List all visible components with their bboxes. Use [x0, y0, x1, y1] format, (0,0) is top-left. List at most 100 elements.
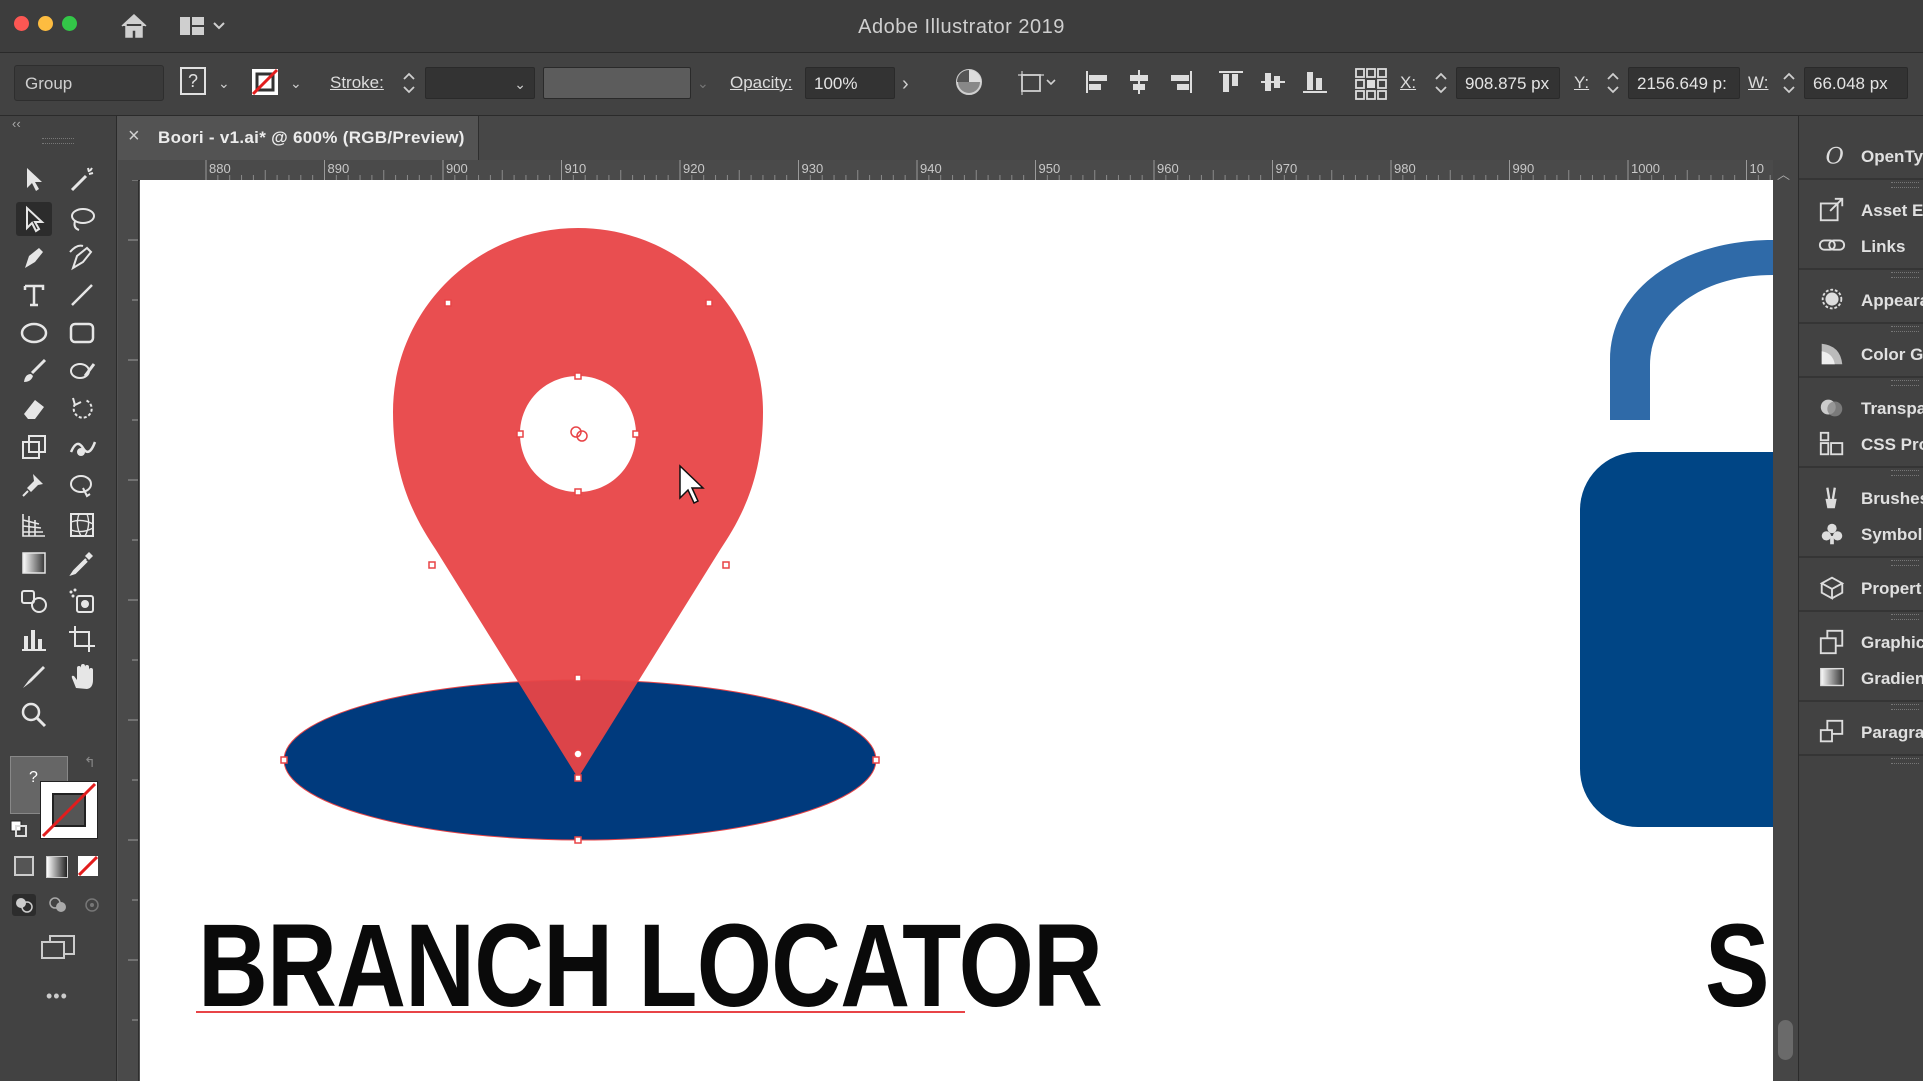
x-label[interactable]: X:	[1400, 73, 1416, 93]
column-graph-tool[interactable]	[16, 622, 52, 656]
dock-group-grip[interactable]	[1891, 704, 1919, 710]
stroke-label[interactable]: Stroke:	[330, 73, 384, 93]
blend-tool[interactable]	[16, 584, 52, 618]
gradient-tool[interactable]	[16, 546, 52, 580]
width-label[interactable]: W:	[1748, 73, 1768, 93]
slice-tool[interactable]	[16, 660, 52, 694]
y-position-input[interactable]: 2156.649 p:	[1628, 67, 1740, 99]
draw-behind-button[interactable]	[46, 894, 70, 916]
dock-group-grip[interactable]	[1891, 326, 1919, 332]
symbol-sprayer-tool[interactable]	[64, 584, 100, 618]
pen-tool[interactable]	[16, 240, 52, 274]
edit-toolbar-more-button[interactable]: •••	[46, 986, 68, 1007]
mesh-tool[interactable]	[64, 508, 100, 542]
dock-panel-asset-export[interactable]: Asset E	[1799, 190, 1923, 230]
selection-tool[interactable]	[16, 162, 52, 196]
x-position-input[interactable]: 908.875 px	[1456, 67, 1560, 99]
free-transform-tool[interactable]	[64, 468, 100, 502]
close-tab-icon[interactable]: ×	[128, 125, 140, 148]
align-right-button[interactable]	[1166, 67, 1196, 101]
shaper-tool[interactable]	[64, 354, 100, 388]
horizontal-ruler[interactable]: 880 890 900 910 920 930 940 950 960 970 980 990 1000…	[118, 160, 1773, 181]
dock-panel-opentype[interactable]: O OpenTy	[1799, 136, 1923, 176]
perspective-grid-tool[interactable]	[16, 508, 52, 542]
opacity-input[interactable]: 100%	[805, 67, 895, 99]
gradient-mode-button[interactable]	[46, 856, 68, 878]
direct-selection-tool[interactable]	[16, 202, 52, 236]
dock-group-grip[interactable]	[1891, 182, 1919, 188]
dock-panel-gradient[interactable]: Gradien	[1799, 658, 1923, 698]
secondary-heading-partial[interactable]: SI	[1705, 898, 1773, 1034]
scroll-up-chevron-icon[interactable]: ︿	[1777, 164, 1790, 183]
stroke-color-swatch[interactable]	[40, 781, 98, 839]
hand-tool[interactable]	[64, 660, 100, 694]
width-stepper[interactable]	[1778, 67, 1800, 99]
dock-panel-brushes[interactable]: Brushes	[1799, 478, 1923, 518]
padlock-body-shape[interactable]	[1580, 452, 1773, 827]
artboard-tool[interactable]	[64, 622, 100, 656]
dock-panel-paragraph[interactable]: Paragra	[1799, 712, 1923, 752]
variable-width-profile[interactable]	[543, 67, 691, 99]
rounded-rectangle-tool[interactable]	[64, 316, 100, 350]
opacity-label[interactable]: Opacity:	[730, 73, 792, 93]
toolbar-grip[interactable]	[42, 138, 74, 144]
dock-group-grip[interactable]	[1891, 560, 1919, 566]
canvas-vertical-scrollbar[interactable]: ︿	[1773, 160, 1798, 1081]
toolbar-collapse-button[interactable]: ‹‹	[12, 116, 21, 131]
puppet-warp-tool[interactable]	[16, 468, 52, 502]
opacity-expand-chevron-icon[interactable]: ›	[902, 73, 909, 107]
branch-locator-heading[interactable]: BRANCH LOCATOR	[198, 898, 1103, 1034]
width-input[interactable]: 66.048 px	[1804, 67, 1908, 99]
dock-group-grip[interactable]	[1891, 470, 1919, 476]
align-vertical-center-button[interactable]	[1258, 67, 1288, 101]
stroke-swatch[interactable]	[250, 67, 280, 101]
type-tool[interactable]	[16, 278, 52, 312]
change-screen-mode-button[interactable]	[40, 934, 76, 962]
dock-group-grip[interactable]	[1891, 758, 1919, 764]
scale-tool[interactable]	[16, 430, 52, 464]
dock-group-grip[interactable]	[1891, 272, 1919, 278]
align-bottom-button[interactable]	[1300, 67, 1330, 101]
scrollbar-thumb[interactable]	[1778, 1020, 1793, 1060]
dock-panel-css-properties[interactable]: CSS Pro	[1799, 424, 1923, 464]
profile-chevron-icon[interactable]: ⌄	[697, 75, 709, 109]
reference-point-button[interactable]	[1354, 67, 1388, 101]
zoom-tool[interactable]	[16, 698, 52, 732]
line-segment-tool[interactable]	[64, 278, 100, 312]
eyedropper-tool[interactable]	[64, 546, 100, 580]
stroke-dropdown-chevron-icon[interactable]: ⌄	[290, 75, 302, 109]
x-stepper[interactable]	[1430, 67, 1452, 99]
y-stepper[interactable]	[1602, 67, 1624, 99]
lasso-tool[interactable]	[64, 202, 100, 236]
none-mode-button[interactable]	[77, 855, 99, 877]
dock-panel-appearance[interactable]: Appeara	[1799, 280, 1923, 320]
fill-swatch[interactable]: ?	[180, 67, 210, 101]
dock-panel-symbols[interactable]: Symbol	[1799, 514, 1923, 554]
warp-tool[interactable]	[64, 430, 100, 464]
eraser-tool[interactable]	[16, 392, 52, 426]
align-top-button[interactable]	[1216, 67, 1246, 101]
draw-normal-button[interactable]	[12, 894, 36, 916]
ellipse-tool[interactable]	[16, 316, 52, 350]
padlock-shackle-shape[interactable]	[1610, 240, 1773, 420]
dock-panel-transparency[interactable]: Transpa	[1799, 388, 1923, 428]
swap-fill-stroke-icon[interactable]: ↰	[84, 754, 96, 771]
y-label[interactable]: Y:	[1574, 73, 1589, 93]
transform-panel-button[interactable]	[1016, 67, 1060, 101]
default-fill-stroke-icon[interactable]	[10, 820, 28, 838]
paintbrush-tool[interactable]	[16, 354, 52, 388]
dock-group-grip[interactable]	[1891, 614, 1919, 620]
stroke-weight-stepper[interactable]	[398, 67, 420, 99]
document-tab[interactable]: × Boori - v1.ai* @ 600% (RGB/Preview)	[118, 116, 479, 160]
draw-inside-button[interactable]	[80, 894, 104, 916]
curvature-tool[interactable]	[64, 240, 100, 274]
align-horizontal-center-button[interactable]	[1124, 67, 1154, 101]
vertical-ruler[interactable]	[118, 180, 139, 1081]
align-left-button[interactable]	[1082, 67, 1112, 101]
dock-panel-color-guide[interactable]: Color G	[1799, 334, 1923, 374]
dock-panel-properties[interactable]: Propert	[1799, 568, 1923, 608]
artboard-canvas[interactable]: BRANCH LOCATOR SI	[140, 180, 1773, 1081]
color-mode-button[interactable]	[14, 856, 34, 876]
recolor-artwork-button[interactable]	[954, 67, 986, 101]
stroke-weight-input[interactable]: ⌄	[425, 67, 535, 99]
